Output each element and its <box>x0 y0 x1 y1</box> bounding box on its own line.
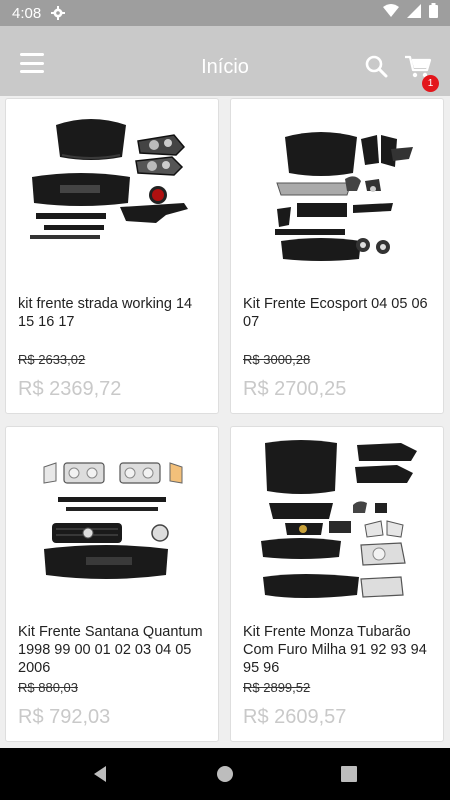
product-price: R$ 792,03 <box>18 706 111 728</box>
product-card[interactable]: kit frente strada working 14 15 16 17 R$… <box>5 98 219 414</box>
status-icons <box>383 3 438 23</box>
product-card[interactable]: Kit Frente Ecosport 04 05 06 07 R$ 3000,… <box>230 98 444 414</box>
battery-icon <box>429 3 438 23</box>
product-name: Kit Frente Santana Quantum 1998 99 00 01… <box>18 624 203 676</box>
product-card[interactable]: Kit Frente Santana Quantum 1998 99 00 01… <box>5 426 219 742</box>
product-price: R$ 2609,57 <box>243 706 347 728</box>
signal-icon <box>407 3 421 23</box>
wifi-icon <box>383 3 399 23</box>
product-price: R$ 2369,72 <box>18 378 122 400</box>
product-price: R$ 2700,25 <box>243 378 347 400</box>
product-image <box>241 111 435 279</box>
product-old-price: R$ 2633,02 <box>18 352 86 367</box>
product-old-price: R$ 2899,52 <box>243 680 311 695</box>
product-name: kit frente strada working 14 15 16 17 <box>18 296 193 330</box>
product-old-price: R$ 3000,28 <box>243 352 311 367</box>
back-icon[interactable] <box>88 762 112 786</box>
product-grid: kit frente strada working 14 15 16 17 R$… <box>0 96 450 748</box>
product-image <box>241 439 435 607</box>
product-name: Kit Frente Ecosport 04 05 06 07 <box>243 296 428 330</box>
product-image <box>16 111 210 279</box>
product-image <box>16 439 210 607</box>
product-card[interactable]: Kit Frente Monza Tubarão Com Furo Milha … <box>230 426 444 742</box>
home-icon[interactable] <box>213 762 237 786</box>
search-icon[interactable] <box>364 54 388 78</box>
app-bar: Início 1 <box>0 26 450 96</box>
cart-count-badge: 1 <box>422 75 439 92</box>
status-bar: 4:08 <box>0 0 450 26</box>
product-name: Kit Frente Monza Tubarão Com Furo Milha … <box>243 624 427 676</box>
recents-icon[interactable] <box>337 762 361 786</box>
gear-icon <box>51 6 66 20</box>
product-old-price: R$ 880,03 <box>18 680 78 695</box>
status-time: 4:08 <box>12 4 42 22</box>
system-nav-bar <box>0 748 450 800</box>
